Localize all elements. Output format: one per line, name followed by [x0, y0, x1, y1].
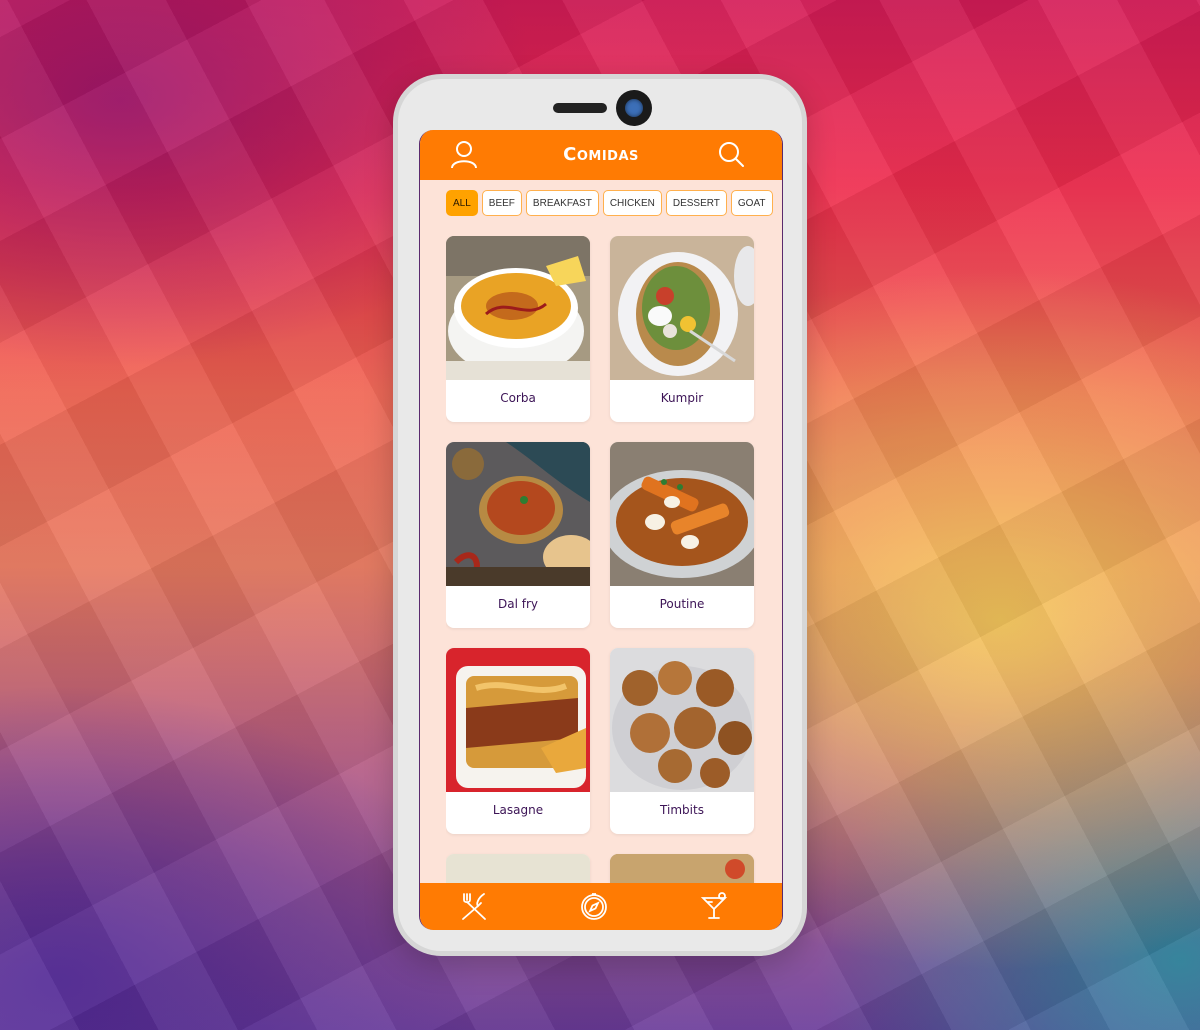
meal-card[interactable]: Kumpir [610, 236, 754, 422]
phone-speaker [553, 103, 607, 113]
phone-frame: Comidas ALL BEEF BREAKFAST CHICKEN DESSE… [393, 74, 807, 956]
meal-name: Corba [500, 391, 536, 405]
meal-card[interactable]: Timbits [610, 648, 754, 834]
meal-card[interactable]: Dal fry [446, 442, 590, 628]
meal-image [610, 442, 754, 586]
meal-image [446, 236, 590, 380]
filter-chip-breakfast[interactable]: BREAKFAST [525, 190, 599, 216]
app-header: Comidas [420, 130, 782, 180]
meal-name: Poutine [659, 597, 705, 611]
meal-image [446, 442, 590, 586]
meal-image [610, 236, 754, 380]
filter-chip-chicken[interactable]: CHICKEN [602, 190, 662, 216]
filter-chip-dessert[interactable]: DESSERT [665, 190, 727, 216]
phone-camera [616, 90, 652, 126]
fork-knife-icon[interactable] [458, 890, 490, 922]
meal-name: Dal fry [497, 597, 538, 611]
category-filters: ALL BEEF BREAKFAST CHICKEN DESSERT GOAT [446, 190, 773, 216]
bottom-nav [420, 883, 782, 930]
meal-card[interactable]: Lasagne [446, 648, 590, 834]
meal-card[interactable]: Corba [446, 236, 590, 422]
compass-icon[interactable] [578, 890, 610, 922]
meal-grid: Corba Kumpir Dal fry Poutine Lasagne Tim… [446, 236, 756, 883]
meal-image [610, 854, 754, 883]
meal-card[interactable]: Poutine [610, 442, 754, 628]
meal-name: Timbits [660, 803, 704, 817]
meal-image [610, 648, 754, 792]
filter-chip-all[interactable]: ALL [446, 190, 478, 216]
meal-image [446, 854, 590, 883]
meal-image [446, 648, 590, 792]
meal-card[interactable] [446, 854, 590, 883]
meal-card[interactable] [610, 854, 754, 883]
meal-name: Lasagne [492, 803, 544, 817]
cocktail-icon[interactable] [698, 890, 730, 922]
meal-name: Kumpir [660, 391, 704, 405]
app-screen: Comidas ALL BEEF BREAKFAST CHICKEN DESSE… [419, 130, 783, 930]
filter-chip-beef[interactable]: BEEF [481, 190, 522, 216]
filter-chip-goat[interactable]: GOAT [730, 190, 773, 216]
search-icon[interactable] [715, 139, 747, 171]
